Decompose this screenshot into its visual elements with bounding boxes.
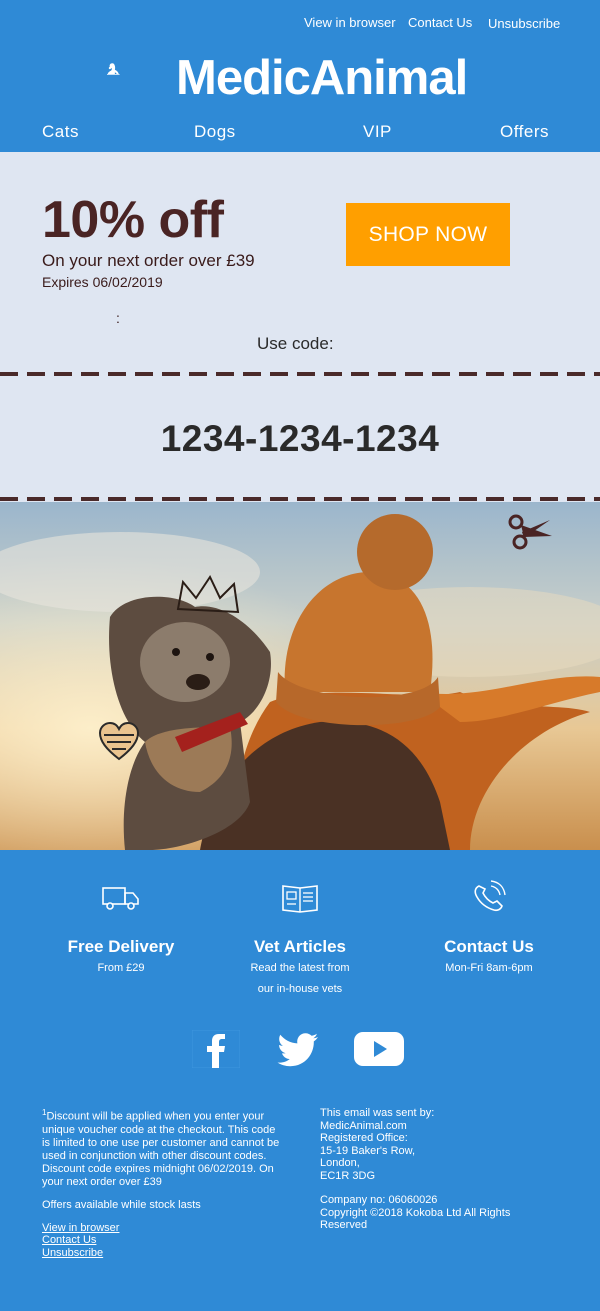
feature-free-delivery[interactable]: Free Delivery From £29	[21, 880, 221, 978]
address-line: London,	[320, 1157, 360, 1169]
registered-office-label: Registered Office:	[320, 1132, 408, 1144]
nav-item-cats[interactable]: Cats	[42, 122, 79, 142]
feature-vet-articles[interactable]: Vet Articles Read the latest from our in…	[200, 880, 400, 999]
phone-icon	[474, 880, 506, 912]
feature-desc: Read the latest from	[250, 962, 350, 974]
footer-view-in-browser-link[interactable]: View in browser	[42, 1222, 282, 1235]
facebook-icon[interactable]	[192, 1030, 240, 1068]
heart-icon	[98, 721, 140, 761]
feature-title: Contact Us	[444, 937, 534, 956]
address-line: EC1R 3DG	[320, 1169, 376, 1182]
expiry-date: Expires 06/02/2019	[42, 274, 163, 290]
company-number: Company no: 06060026	[320, 1194, 438, 1206]
nav-item-dogs[interactable]: Dogs	[194, 122, 236, 142]
nav-item-offers[interactable]: Offers	[500, 122, 549, 142]
dashed-divider	[0, 372, 600, 376]
nav-item-vip[interactable]: VIP	[363, 122, 392, 142]
offer-panel: 10% off On your next order over £39 Expi…	[0, 152, 600, 502]
twitter-icon[interactable]	[276, 1030, 320, 1068]
article-icon	[282, 885, 318, 913]
truck-icon	[102, 887, 139, 910]
use-code-label: Use code:	[257, 334, 334, 353]
youtube-icon[interactable]	[353, 1030, 405, 1068]
company-info: This email was sent by: MedicAnimal.com …	[320, 1107, 540, 1232]
feature-contact-us[interactable]: Contact Us Mon-Fri 8am-6pm	[389, 880, 589, 978]
view-in-browser-link[interactable]: View in browser	[304, 15, 396, 30]
contact-us-link[interactable]: Contact Us	[408, 15, 472, 30]
email-header: View in browser Contact Us Unsubscribe M…	[0, 0, 600, 152]
footer-links: View in browser Contact Us Unsubscribe	[42, 1222, 282, 1260]
feature-desc: our in-house vets	[257, 983, 343, 995]
shop-now-button[interactable]: SHOP NOW	[346, 203, 510, 266]
feature-title: Vet Articles	[254, 937, 346, 956]
brand-logo-text[interactable]: MedicAnimal	[176, 50, 468, 106]
address-line: 15-19 Baker's Row,	[320, 1144, 416, 1157]
feature-desc: From £29	[97, 962, 145, 974]
feature-desc: Mon-Fri 8am-6pm	[445, 962, 533, 974]
legal-text: 1Discount will be applied when you enter…	[42, 1106, 282, 1259]
copyright: Copyright ©2018 Kokoba Ltd All Rights Re…	[320, 1206, 511, 1232]
sent-by-label: This email was sent by:	[320, 1107, 435, 1119]
feature-title: Free Delivery	[67, 937, 175, 956]
footer-contact-us-link[interactable]: Contact Us	[42, 1234, 282, 1247]
stock-note: Offers available while stock lasts	[42, 1198, 201, 1211]
discount-note-text: Discount will be applied when you enter …	[42, 1110, 280, 1188]
scissors-icon	[508, 514, 552, 550]
colon-text: :	[116, 310, 120, 326]
footer-unsubscribe-link[interactable]: Unsubscribe	[42, 1247, 282, 1260]
discount-subtitle: On your next order over £39	[42, 251, 255, 270]
dog-logo-icon[interactable]	[107, 35, 177, 103]
discount-note: 1Discount will be applied when you enter…	[42, 1106, 282, 1189]
voucher-code: 1234-1234-1234	[160, 418, 440, 459]
company-site: MedicAnimal.com	[320, 1119, 407, 1132]
unsubscribe-link[interactable]: Unsubscribe	[488, 16, 560, 31]
discount-headline: 10% off	[42, 191, 224, 249]
hero-image[interactable]	[0, 502, 600, 850]
main-nav: Cats Dogs VIP Offers	[0, 122, 600, 144]
